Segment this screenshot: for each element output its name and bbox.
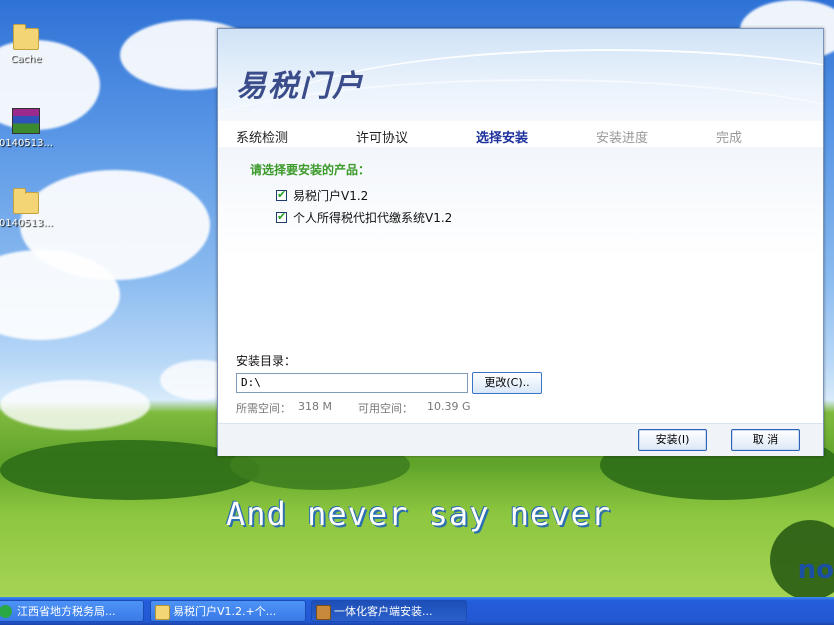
folder-icon [155,605,170,620]
taskbar-item-label: 易税门户V1.2.+个... [173,605,277,618]
required-space-label: 所需空间： [236,402,291,415]
step-select-install: 选择安装 [476,131,529,146]
installer-window: 易税门户 系统检测 许可协议 选择安装 安装进度 完成 请选择要安装的产品： 易… [217,28,824,456]
product-option-portal[interactable]: 易税门户V1.2 [276,187,368,204]
step-finish: 完成 [716,131,743,146]
desktop-icon-label: 0140513... [0,138,54,149]
desktop-icon-label: 0140513... [0,218,54,229]
installer-icon [316,605,331,620]
folder-icon [13,24,39,50]
desktop-icon-archive[interactable]: 0140513... [0,108,56,149]
available-space-value: 10.39 G [427,400,471,413]
installer-footer: 安装(I) 取 消 [218,423,823,456]
install-dir-input[interactable]: D:\ [236,373,468,393]
change-dir-button[interactable]: 更改(C).. [472,372,542,394]
wallpaper-slogan: And never say never [226,495,612,533]
desktop-icon-cache[interactable]: Cache [0,24,56,65]
required-space-value: 318 M [298,400,332,413]
product-prompt: 请选择要安装的产品： [250,163,371,177]
step-progress: 安装进度 [596,131,649,146]
product-label: 个人所得税代扣代缴系统V1.2 [293,211,453,225]
taskbar-item-label: 一体化客户端安装... [334,605,433,618]
rar-archive-icon [12,108,40,134]
taskbar-item-folder[interactable]: 易税门户V1.2.+个... [150,600,306,622]
ie-icon [0,605,12,618]
installer-content: 请选择要安装的产品： 易税门户V1.2 个人所得税代扣代缴系统V1.2 安装目录… [218,147,823,423]
install-dir-label: 安装目录： [236,354,297,368]
taskbar-item-label: 江西省地方税务局... [17,605,116,618]
installer-title: 易税门户 [236,69,364,104]
step-license: 许可协议 [356,131,409,146]
product-option-tax-system[interactable]: 个人所得税代扣代缴系统V1.2 [276,209,452,226]
folder-icon [13,188,39,214]
step-system-check: 系统检测 [236,131,289,146]
available-space-label: 可用空间： [358,402,413,415]
install-button[interactable]: 安装(I) [638,429,707,451]
product-label: 易税门户V1.2 [293,189,369,203]
wallpaper-corner-text: no [797,555,834,585]
taskbar-item-ie[interactable]: 江西省地方税务局... [0,600,144,622]
desktop-icon-label: Cache [10,54,42,65]
taskbar: 江西省地方税务局... 易税门户V1.2.+个... 一体化客户端安装... [0,597,834,625]
cancel-button[interactable]: 取 消 [731,429,800,451]
desktop-icon-folder[interactable]: 0140513... [0,188,56,229]
checkbox-checked-icon[interactable] [276,188,287,201]
step-indicator: 系统检测 许可协议 选择安装 安装进度 完成 [218,121,823,147]
taskbar-item-installer[interactable]: 一体化客户端安装... [311,600,467,622]
installer-header: 易税门户 [218,29,823,121]
checkbox-checked-icon[interactable] [276,210,287,223]
